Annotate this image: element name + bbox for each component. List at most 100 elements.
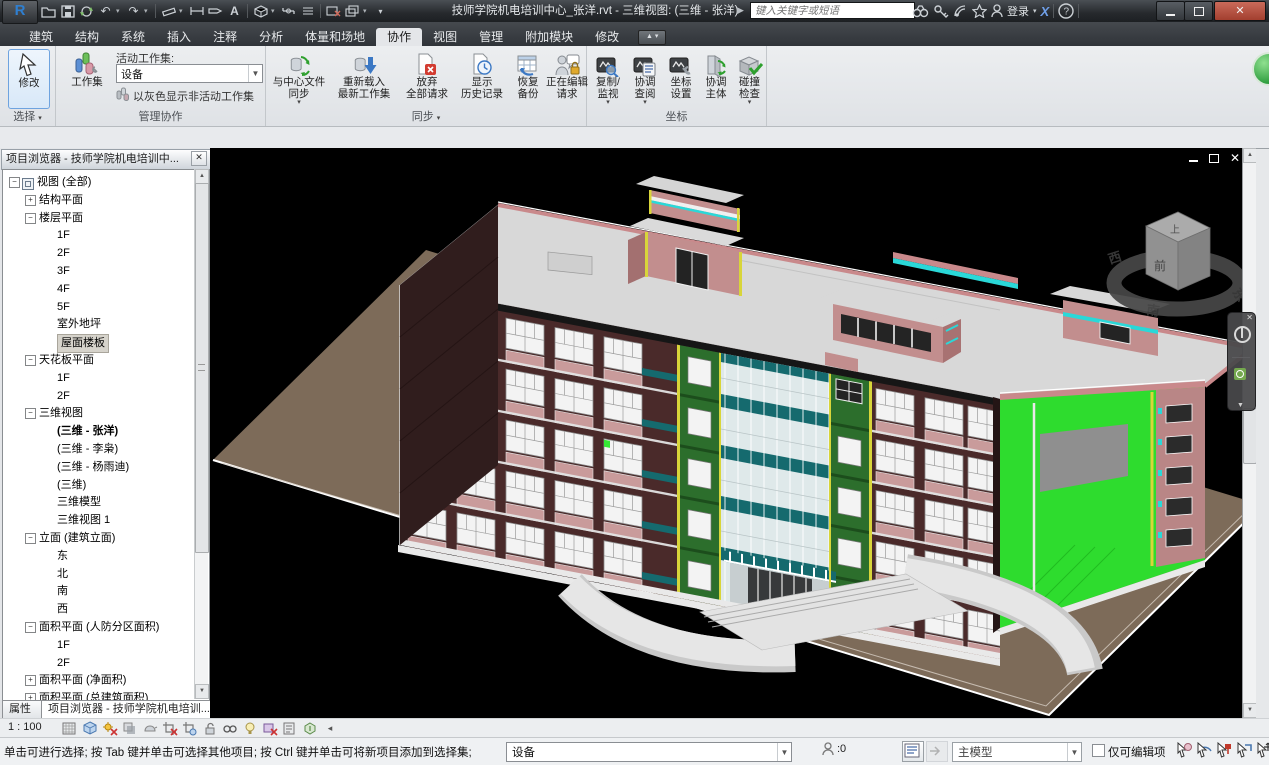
temporary-hide-isolate-icon[interactable] — [222, 721, 238, 736]
redo-icon[interactable]: ↷ — [125, 2, 142, 20]
tree-item-2F[interactable]: 2F — [3, 245, 209, 262]
panel-select-label[interactable]: 选择 ▾ — [0, 110, 55, 125]
view-minimize-icon[interactable] — [1186, 152, 1200, 164]
chevron-down-icon[interactable]: ▾ — [297, 100, 301, 106]
show-rendering-icon[interactable] — [142, 721, 158, 736]
worksharing-display-cursor-icon[interactable] — [1176, 742, 1193, 758]
scroll-up-icon[interactable]: ▲ — [1243, 148, 1256, 163]
steering-wheel-icon[interactable] — [1234, 326, 1251, 343]
tree-item-2F[interactable]: 2F — [3, 388, 209, 405]
crop-view-off-icon[interactable] — [162, 721, 178, 736]
sign-in-label[interactable]: 登录 — [1007, 3, 1029, 19]
ribbon-tab-结构[interactable]: 结构 — [64, 28, 110, 46]
collapse-icon[interactable]: − — [25, 622, 36, 633]
gray-inactive-worksets-toggle[interactable]: 以灰色显示非活动工作集 — [116, 87, 254, 104]
ribbon-tab-修改[interactable]: 修改 — [584, 28, 630, 46]
favorites-star-icon[interactable] — [972, 2, 987, 20]
view-scale[interactable]: 1 : 100 — [8, 721, 42, 733]
sun-path-off-icon[interactable] — [102, 721, 118, 736]
exchange-apps-icon[interactable]: X — [1041, 2, 1050, 20]
tree-item-天花板平面[interactable]: −天花板平面 — [3, 352, 209, 369]
tree-item-(三维 - 李枭)[interactable]: (三维 - 李枭) — [3, 441, 209, 458]
tree-item-立面 (建筑立面)[interactable]: −立面 (建筑立面) — [3, 530, 209, 547]
navbar-close-icon[interactable]: ✕ — [1246, 313, 1253, 322]
text-icon[interactable]: A — [226, 2, 243, 20]
infocenter-collapse-icon[interactable]: ▶ — [737, 5, 744, 16]
tree-item-(三维 - 张洋)[interactable]: (三维 - 张洋) — [3, 423, 209, 440]
chevron-down-icon[interactable]: ▾ — [1033, 7, 1037, 15]
editing-requests-button[interactable]: 正在编辑 请求 — [546, 49, 588, 100]
tree-item-面积平面 (人防分区面积)[interactable]: −面积平面 (人防分区面积) — [3, 619, 209, 636]
ribbon-tab-插入[interactable]: 插入 — [156, 28, 202, 46]
chevron-down-icon[interactable]: ▼ — [248, 65, 262, 82]
section-icon[interactable] — [280, 2, 297, 20]
chevron-down-icon[interactable]: ▼ — [777, 743, 791, 761]
viewcube-south-label[interactable]: 南 — [1146, 302, 1161, 319]
help-icon[interactable]: ? — [1058, 2, 1074, 20]
collapse-icon[interactable]: − — [25, 213, 36, 224]
unlocked-3d-icon[interactable] — [202, 721, 218, 736]
communication-center-icon[interactable] — [953, 2, 968, 20]
move-cursor-icon[interactable] — [1256, 742, 1269, 758]
close-hidden-windows-icon[interactable] — [325, 2, 342, 20]
collapse-icon[interactable]: − — [25, 408, 36, 419]
chevron-down-icon[interactable]: ▾ — [643, 100, 647, 106]
scrollbar-thumb[interactable] — [195, 183, 209, 553]
close-button[interactable]: ✕ — [1214, 1, 1266, 21]
search-binoculars-icon[interactable] — [912, 2, 929, 20]
ribbon-tab-视图[interactable]: 视图 — [422, 28, 468, 46]
ribbon-tab-协作[interactable]: 协作 — [376, 28, 422, 46]
restore-backup-button[interactable]: 恢复 备份 — [510, 49, 546, 100]
tree-scrollbar[interactable]: ▲ ▼ — [194, 169, 208, 699]
tree-item-东[interactable]: 东 — [3, 548, 209, 565]
revit-app-button[interactable]: R — [2, 0, 38, 24]
tree-item-西[interactable]: 西 — [3, 601, 209, 618]
view-close-icon[interactable]: ✕ — [1228, 152, 1242, 164]
ribbon-tab-体量和场地[interactable]: 体量和场地 — [294, 28, 376, 46]
ribbon-tab-附加模块[interactable]: 附加模块 — [514, 28, 584, 46]
crop-region-visibility-icon[interactable] — [182, 721, 198, 736]
undo-icon[interactable]: ↶ — [97, 2, 114, 20]
project-browser-tree[interactable]: −视图 (全部)+结构平面−楼层平面1F2F3F4F5F室外地坪屋面楼板−天花板… — [2, 169, 210, 701]
tree-item-三维模型[interactable]: 三维模型 — [3, 494, 209, 511]
copy-monitor-button[interactable]: 复制/ 监视▾ — [589, 49, 627, 106]
worksharing-dialog-button[interactable] — [902, 741, 924, 762]
tree-item-视图 (全部)[interactable]: −视图 (全部) — [3, 174, 209, 191]
tree-item-2F[interactable]: 2F — [3, 655, 209, 672]
scroll-down-icon[interactable]: ▼ — [1243, 703, 1256, 718]
zoom-tool-icon[interactable] — [1234, 368, 1246, 380]
search-input[interactable] — [750, 2, 915, 19]
tree-item-三维视图 1[interactable]: 三维视图 1 — [3, 512, 209, 529]
customize-qat-icon[interactable]: ▾ — [372, 2, 389, 20]
expand-icon[interactable]: + — [25, 195, 36, 206]
ribbon-tab-建筑[interactable]: 建筑 — [18, 28, 64, 46]
pin-cursor-icon[interactable] — [1216, 742, 1233, 758]
tree-item-北[interactable]: 北 — [3, 566, 209, 583]
open-file-icon[interactable] — [40, 2, 57, 20]
history-button[interactable]: 显示 历史记录 — [456, 49, 508, 100]
active-workset-combobox[interactable]: 设备 ▼ — [116, 64, 263, 83]
tree-item-1F[interactable]: 1F — [3, 227, 209, 244]
tree-item-1F[interactable]: 1F — [3, 637, 209, 654]
measure-icon[interactable] — [160, 2, 177, 20]
visual-style-icon[interactable] — [82, 721, 98, 736]
coord-settings-button[interactable]: 坐标 设置 — [663, 49, 699, 100]
save-icon[interactable] — [59, 2, 76, 20]
highlight-displacement-icon[interactable] — [302, 721, 318, 736]
coord-review-button[interactable]: 协调 查阅▾ — [627, 49, 663, 106]
reload-latest-button[interactable]: 重新载入 最新工作集 — [330, 49, 398, 100]
scrollbar-thumb[interactable] — [1243, 408, 1256, 464]
tag-icon[interactable] — [207, 2, 224, 20]
switch-windows-icon[interactable] — [344, 2, 361, 20]
exclude-elements-cursor-icon[interactable] — [1196, 742, 1213, 758]
worksets-button[interactable]: 工作集 — [64, 49, 110, 89]
collapse-icon[interactable]: − — [25, 533, 36, 544]
chevron-down-icon[interactable]: ▾ — [179, 7, 186, 15]
chevron-down-icon[interactable]: ▼ — [1067, 743, 1081, 761]
view-restore-icon[interactable] — [1207, 152, 1221, 164]
ribbon-tab-注释[interactable]: 注释 — [202, 28, 248, 46]
chevron-down-icon[interactable]: ▾ — [116, 7, 123, 15]
worksharing-display-off-icon[interactable] — [262, 721, 278, 736]
subscription-key-icon[interactable] — [933, 2, 949, 20]
relinquish-button[interactable]: 放弃 全部请求 — [400, 49, 454, 100]
